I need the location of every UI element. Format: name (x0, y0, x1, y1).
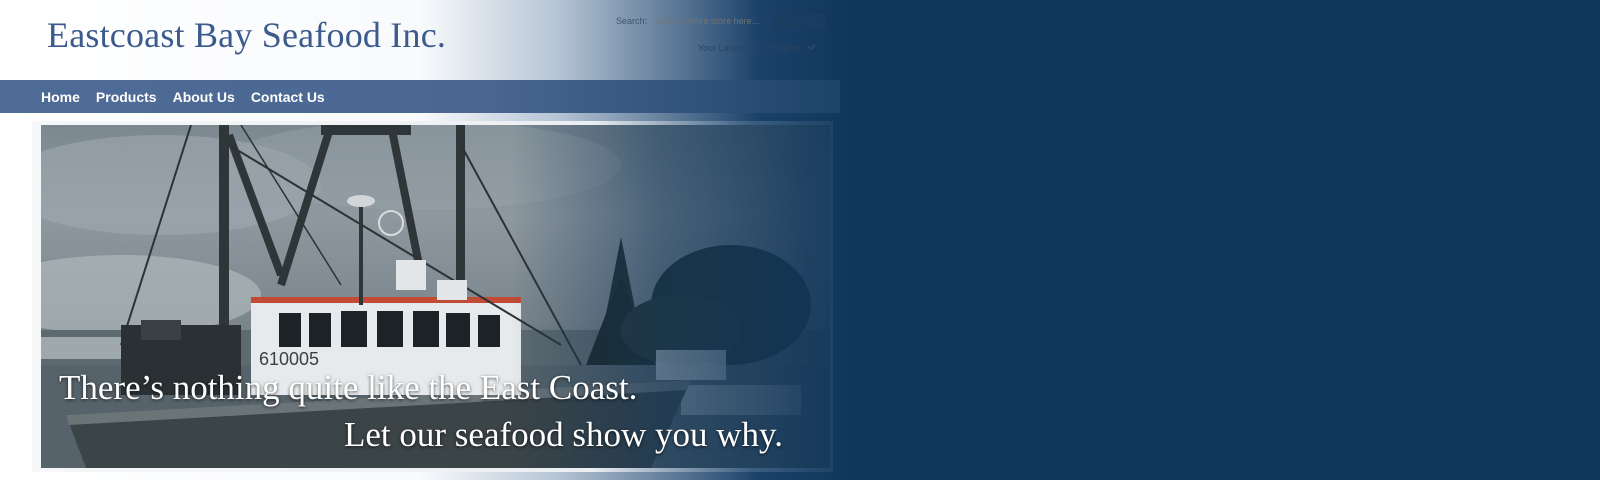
hero-subheadline: Let our seafood show you why. (344, 415, 784, 454)
search-bar: Search: Search (616, 13, 826, 29)
nav-item-home[interactable]: Home (41, 89, 80, 105)
header: Eastcoast Bay Seafood Inc. Search: Searc… (0, 0, 1600, 80)
site-logo[interactable]: Eastcoast Bay Seafood Inc. (47, 14, 446, 56)
nav-item-products[interactable]: Products (96, 89, 157, 105)
language-switcher: Your Language: English (698, 41, 820, 54)
search-input[interactable] (653, 14, 768, 28)
hero-banner: 610005 There’s nothing quite like the Ea… (41, 125, 830, 468)
language-select[interactable]: English (767, 41, 820, 54)
hero-headline: There’s nothing quite like the East Coas… (59, 368, 638, 407)
language-label: Your Language: (698, 42, 762, 53)
search-button[interactable]: Search (773, 13, 826, 29)
main-nav: Home Products About Us Contact Us (0, 80, 840, 113)
nav-menu: Home Products About Us Contact Us (41, 80, 325, 113)
nav-item-about-us[interactable]: About Us (173, 89, 235, 105)
search-label: Search: (616, 16, 648, 26)
nav-item-contact-us[interactable]: Contact Us (251, 89, 325, 105)
